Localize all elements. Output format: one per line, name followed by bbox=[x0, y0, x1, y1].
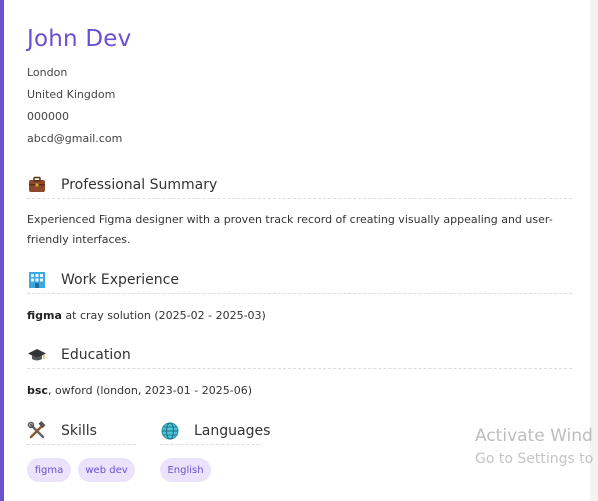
work-connector: at bbox=[61, 309, 80, 322]
skill-tag: figma bbox=[27, 458, 71, 482]
work-entry: figma at cray solution (2025-02 - 2025-0… bbox=[27, 306, 572, 326]
languages-section-header: Languages bbox=[160, 418, 270, 445]
graduation-cap-icon bbox=[27, 345, 47, 365]
work-heading: Work Experience bbox=[61, 272, 179, 288]
skills-section-header: Skills bbox=[27, 418, 136, 445]
education-entry: bsc, owford (london, 2023-01 - 2025-06) bbox=[27, 381, 572, 401]
work-company: cray solution bbox=[79, 309, 151, 322]
skill-tag: web dev bbox=[78, 458, 135, 482]
work-dates: (2025-02 - 2025-03) bbox=[150, 309, 266, 322]
activation-watermark-title: Activate Wind bbox=[475, 426, 593, 446]
contact-city: London bbox=[27, 66, 68, 79]
summary-text: Experienced Figma designer with a proven… bbox=[27, 213, 553, 246]
tools-icon bbox=[27, 420, 47, 441]
summary-heading: Professional Summary bbox=[61, 177, 218, 193]
contact-phone: 000000 bbox=[27, 110, 69, 123]
education-details: , owford (london, 2023-01 - 2025-06) bbox=[47, 384, 252, 397]
education-heading: Education bbox=[61, 347, 131, 363]
language-tag: English bbox=[160, 458, 211, 482]
activation-watermark-subtitle: Go to Settings to a bbox=[475, 451, 598, 467]
education-section-header: Education bbox=[27, 342, 572, 369]
globe-icon bbox=[160, 421, 180, 441]
profile-name: John Dev bbox=[27, 26, 132, 52]
skills-heading: Skills bbox=[61, 423, 97, 439]
summary-section-header: Professional Summary bbox=[27, 172, 572, 199]
contact-country: United Kingdom bbox=[27, 88, 116, 101]
briefcase-icon bbox=[27, 175, 47, 195]
work-section-header: Work Experience bbox=[27, 267, 572, 294]
languages-heading: Languages bbox=[194, 423, 271, 439]
education-degree: bsc bbox=[27, 384, 48, 397]
building-icon bbox=[27, 270, 47, 290]
contact-email: abcd@gmail.com bbox=[27, 132, 123, 145]
work-role: figma bbox=[27, 309, 62, 322]
